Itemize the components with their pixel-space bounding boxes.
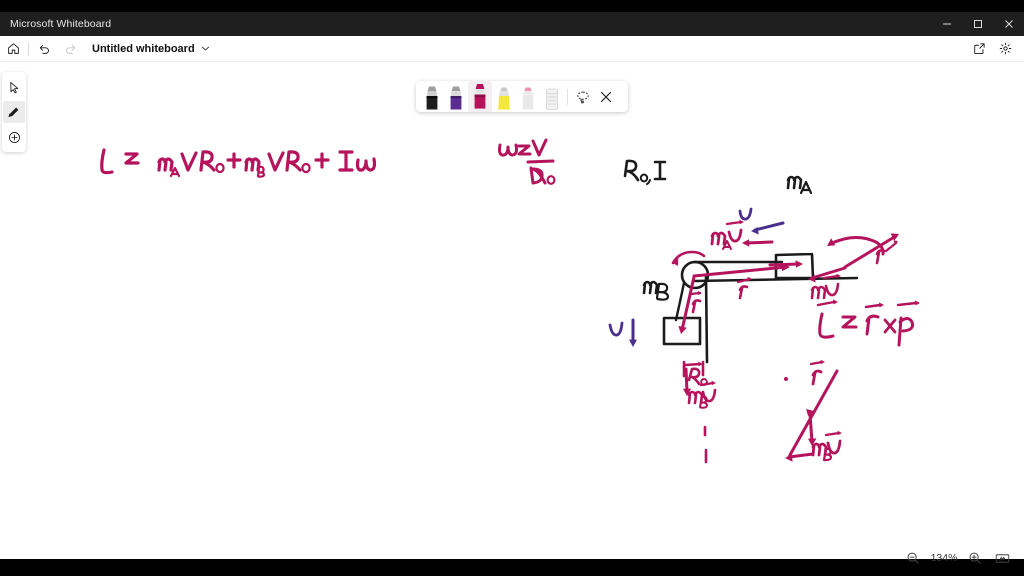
cross-product-formula [816,299,920,347]
app-title: Microsoft Whiteboard [10,18,112,30]
home-icon[interactable] [0,36,26,62]
command-bar-right [966,36,1024,62]
plus-circle-icon [8,131,20,143]
momentum-a-annotation [710,219,774,250]
command-bar: Untitled whiteboard [0,36,1024,62]
fit-to-screen-icon [995,553,1009,563]
pen-magenta[interactable] [468,81,492,112]
window-controls [931,12,1024,36]
block-b-label [642,280,670,301]
lasso-select-icon [576,91,589,103]
angular-momentum-equation [100,148,377,178]
velocity-top-annotation [738,207,785,235]
pen-purple[interactable] [444,81,468,112]
pen-magenta-icon [474,84,486,109]
tool-rail [2,72,26,152]
zoom-out-icon [907,552,919,564]
lower-right-vectors [784,359,842,462]
zoom-in-icon [969,552,981,564]
pen-toolbar [416,81,628,112]
close-icon [600,91,611,102]
redo-icon [57,36,83,62]
zoom-controls: 134% [901,545,1014,571]
rail-item-insert[interactable] [3,126,25,148]
maximize-button[interactable] [962,12,993,36]
chevron-down-icon[interactable] [201,44,210,53]
eraser-icon [546,88,558,110]
document-title[interactable]: Untitled whiteboard [92,43,195,55]
lasso-select-button[interactable] [571,81,594,112]
highlighter-pink[interactable] [516,81,540,112]
share-icon[interactable] [966,36,992,62]
omega-definition [498,138,556,185]
radius-measure-annotation [682,360,717,464]
title-bar: Microsoft Whiteboard [0,12,1024,36]
fit-to-screen-button[interactable] [990,546,1014,570]
radius-vector-lower [678,275,702,334]
minimize-button[interactable] [931,12,962,36]
close-button[interactable] [993,12,1024,36]
zoom-in-button[interactable] [963,546,987,570]
zoom-level-label[interactable]: 134% [928,552,960,564]
cross-product-illustration [808,233,899,300]
rail-item-pen[interactable] [3,101,25,123]
divider [567,89,568,105]
close-pen-toolbar-button[interactable] [594,81,617,112]
divider [28,41,29,56]
highlighter-pink-icon [522,87,534,110]
pen-black[interactable] [420,81,444,112]
pen-purple-icon [450,86,462,110]
eraser[interactable] [540,81,564,112]
rail-item-select[interactable] [3,76,25,98]
undo-icon[interactable] [31,36,57,62]
pen-icon [8,107,19,118]
gear-icon[interactable] [992,36,1018,62]
cursor-arrow-icon [9,81,18,93]
highlighter-yellow-icon [498,87,510,110]
zoom-out-button[interactable] [901,546,925,570]
velocity-left-annotation [608,318,637,347]
whiteboard-app: Microsoft Whiteboard Untitled whiteboard [0,0,1024,576]
block-a-label [786,175,813,195]
pulley-label [623,159,667,185]
highlighter-yellow[interactable] [492,81,516,112]
whiteboard-canvas[interactable] [0,62,1024,559]
ink-layer [100,138,920,464]
pen-black-icon [426,86,438,110]
